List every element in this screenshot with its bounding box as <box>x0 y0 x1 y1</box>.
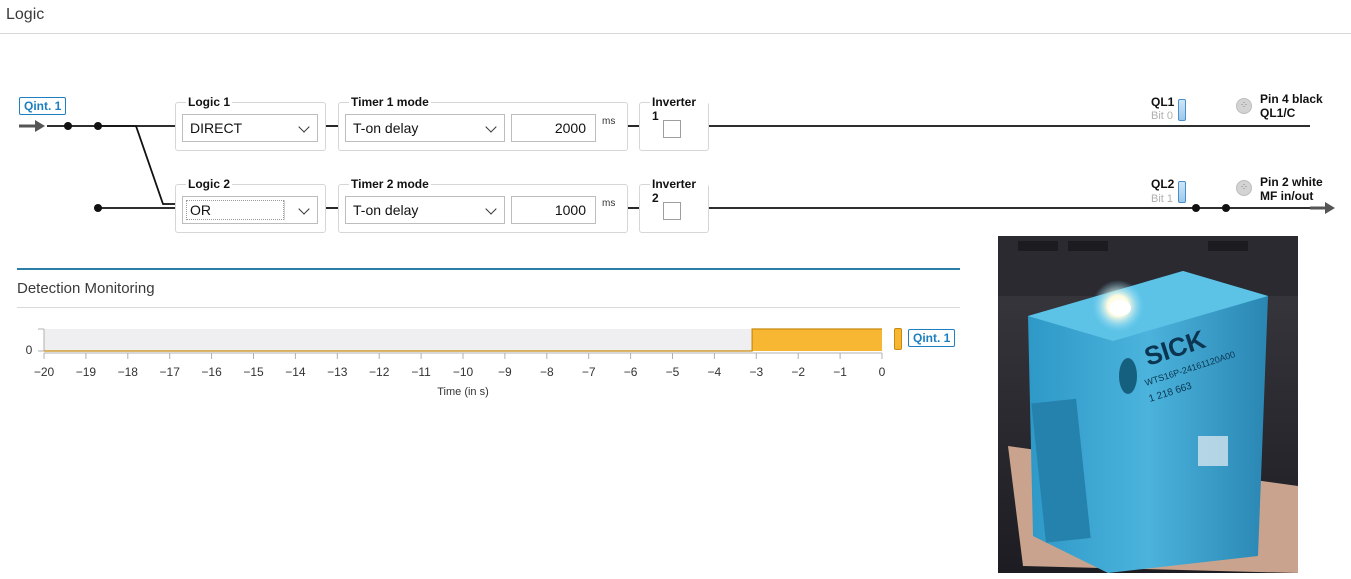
inverter1-group: Inverter 1 <box>639 95 709 151</box>
x-tick-label: −3 <box>749 365 764 379</box>
timer1-unit: ms <box>602 116 616 127</box>
timer1-time-input[interactable]: 2000 <box>511 114 596 142</box>
ql1-label: QL1 <box>1151 95 1175 109</box>
connector-pin-icon: ⁘ <box>1236 180 1252 196</box>
signal-legend-swatch <box>894 328 902 350</box>
x-tick-label: −9 <box>498 365 512 379</box>
logic2-label: Logic 2 <box>186 177 233 191</box>
x-tick-label: −10 <box>452 365 474 379</box>
monitoring-divider <box>17 307 960 308</box>
pin4-signal: QL1/C <box>1260 106 1296 120</box>
x-tick-label: −7 <box>581 365 596 379</box>
select-separator <box>284 200 285 220</box>
chevron-down-icon <box>485 121 497 133</box>
timer2-time-input[interactable]: 1000 <box>511 196 596 224</box>
logic1-label: Logic 1 <box>186 95 233 109</box>
monitoring-title: Detection Monitoring <box>17 280 155 297</box>
inverter2-checkbox[interactable] <box>663 202 681 220</box>
x-tick-label: 0 <box>878 365 886 379</box>
output-arrow-icon <box>1310 202 1335 214</box>
signal-qint-tag: Qint. 1 <box>908 329 956 347</box>
focus-ring <box>186 200 284 220</box>
chart-labels: −20 −19 −18 −17 −16 −15 −14 −13 −12 −11 −10 −9 −8 −7−… <box>0 320 1000 410</box>
logic1-value: DIRECT <box>190 120 243 136</box>
x-tick-label: −4 <box>707 365 722 379</box>
inverter2-group: Inverter 2 <box>639 177 709 233</box>
x-tick-label: −1 <box>833 365 847 379</box>
monitoring-accent-bar <box>17 268 960 270</box>
logic2-select[interactable]: OR <box>182 196 318 224</box>
x-tick-label: −2 <box>791 365 806 379</box>
inverter2-label: Inverter 2 <box>650 177 708 205</box>
ql1-bit-label: Bit 0 <box>1151 110 1174 122</box>
ql2-label: QL2 <box>1151 177 1175 191</box>
x-tick-label: −11 <box>411 365 431 379</box>
x-tick-label: −19 <box>75 365 97 379</box>
pin2-signal: MF in/out <box>1260 189 1314 203</box>
chevron-down-icon <box>298 203 310 215</box>
x-tick-label: −14 <box>285 365 306 379</box>
timer2-mode-select[interactable]: T-on delay <box>345 196 505 224</box>
timer2-mode-value: T-on delay <box>353 202 419 218</box>
chevron-down-icon <box>298 121 310 133</box>
inverter1-label: Inverter 1 <box>650 95 708 123</box>
connector-pin-icon: ⁘ <box>1236 98 1252 114</box>
pin4-label: Pin 4 black QL1/C <box>1260 92 1323 120</box>
x-tick-label: −6 <box>623 365 638 379</box>
timer2-group: Timer 2 mode T-on delay 1000 ms <box>338 177 628 233</box>
x-tick-label: −20 <box>33 365 55 379</box>
timer2-unit: ms <box>602 198 616 209</box>
x-tick-label: −13 <box>327 365 348 379</box>
ql2-indicator <box>1178 181 1186 203</box>
input-arrow-icon <box>19 120 45 132</box>
timer1-mode-select[interactable]: T-on delay <box>345 114 505 142</box>
logic1-group: Logic 1 DIRECT <box>175 95 326 151</box>
pin2-name: Pin 2 white <box>1260 175 1323 189</box>
x-tick-label: −17 <box>159 365 180 379</box>
y-tick-label: 0 <box>25 343 33 357</box>
timer1-mode-value: T-on delay <box>353 120 419 136</box>
chevron-down-icon <box>485 203 497 215</box>
pin2-label: Pin 2 white MF in/out <box>1260 175 1323 203</box>
x-tick-label: −12 <box>369 365 390 379</box>
input-qint-tag: Qint. 1 <box>19 97 67 115</box>
x-tick-label: −18 <box>117 365 138 379</box>
logic1-select[interactable]: DIRECT <box>182 114 318 142</box>
timer2-label: Timer 2 mode <box>349 177 431 191</box>
x-tick-label: −5 <box>665 365 680 379</box>
x-axis-label: Time (in s) <box>437 386 489 398</box>
x-tick-label: −8 <box>539 365 554 379</box>
ql2-bit-label: Bit 1 <box>1151 193 1174 205</box>
inverter1-checkbox[interactable] <box>663 120 681 138</box>
x-tick-label: −16 <box>201 365 222 379</box>
x-tick-label: −15 <box>243 365 264 379</box>
ql1-indicator <box>1178 99 1186 121</box>
timer1-label: Timer 1 mode <box>349 95 431 109</box>
sensor-photo: SICK WTS16P-24161120A00 1 218 663 <box>998 236 1298 573</box>
timer1-group: Timer 1 mode T-on delay 2000 ms <box>338 95 628 151</box>
pin4-name: Pin 4 black <box>1260 92 1323 106</box>
logic2-group: Logic 2 OR <box>175 177 326 233</box>
